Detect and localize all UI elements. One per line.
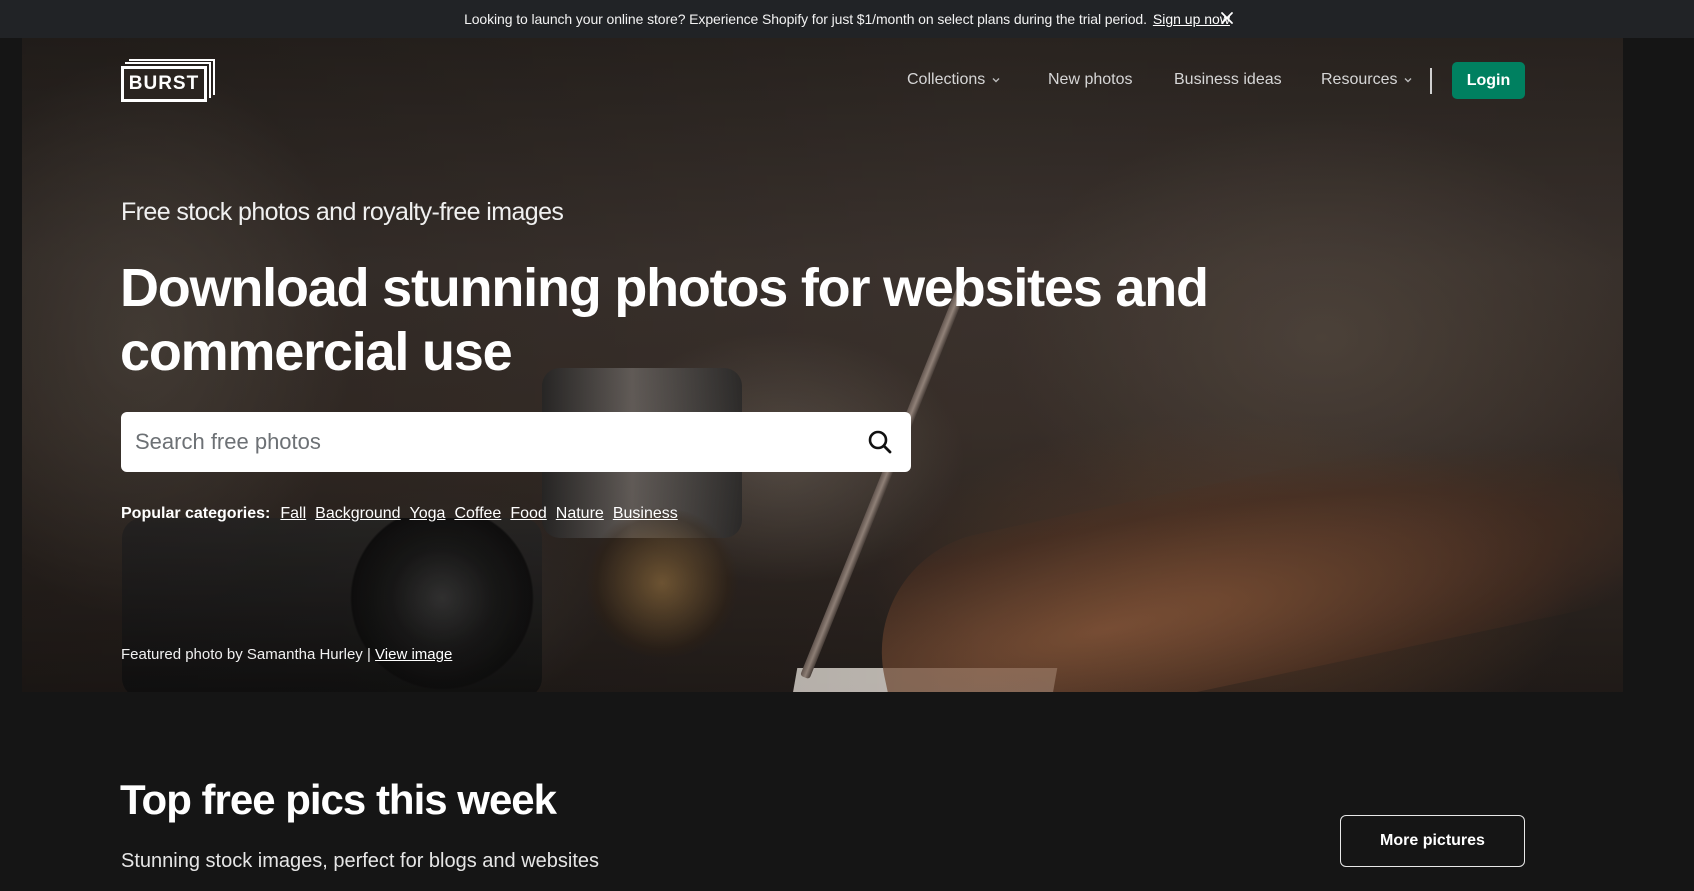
nav-business-ideas[interactable]: Business ideas xyxy=(1174,62,1282,98)
section-title: Top free pics this week xyxy=(120,776,557,823)
logo-text: BURST xyxy=(121,66,207,102)
category-link[interactable]: Business xyxy=(613,505,678,523)
category-link[interactable]: Coffee xyxy=(454,505,501,523)
nav-collections[interactable]: Collections xyxy=(907,62,1001,98)
category-link[interactable]: Nature xyxy=(556,505,604,523)
nav-divider xyxy=(1430,68,1432,94)
promo-bar: Looking to launch your online store? Exp… xyxy=(0,0,1694,38)
category-link[interactable]: Fall xyxy=(280,505,306,523)
search-bar xyxy=(121,412,911,472)
credit-text: Featured photo by Samantha Hurley | xyxy=(121,646,371,663)
burst-logo[interactable]: BURST xyxy=(121,59,215,102)
section-subtitle: Stunning stock images, perfect for blogs… xyxy=(121,850,600,872)
search-input[interactable] xyxy=(135,429,863,455)
chevron-down-icon xyxy=(992,78,1000,83)
promo-text: Looking to launch your online store? Exp… xyxy=(464,11,1147,27)
popular-categories: Popular categories: Fall Background Yoga… xyxy=(121,505,678,523)
hero-subtitle: Free stock photos and royalty-free image… xyxy=(121,198,564,226)
close-icon[interactable] xyxy=(1216,4,1238,32)
category-link[interactable]: Background xyxy=(315,505,400,523)
hero-title: Download stunning photos for websites an… xyxy=(120,258,1209,382)
view-image-link[interactable]: View image xyxy=(375,646,452,663)
nav-resources[interactable]: Resources xyxy=(1321,62,1413,98)
category-link[interactable]: Food xyxy=(510,505,546,523)
more-pictures-button[interactable]: More pictures xyxy=(1340,815,1525,867)
search-icon[interactable] xyxy=(863,425,897,459)
category-link[interactable]: Yoga xyxy=(410,505,446,523)
nav-new-photos[interactable]: New photos xyxy=(1048,62,1133,98)
popular-categories-label: Popular categories: xyxy=(121,505,271,522)
photo-credit: Featured photo by Samantha Hurley | View… xyxy=(121,646,452,663)
login-button[interactable]: Login xyxy=(1452,62,1525,99)
chevron-down-icon xyxy=(1404,78,1412,83)
